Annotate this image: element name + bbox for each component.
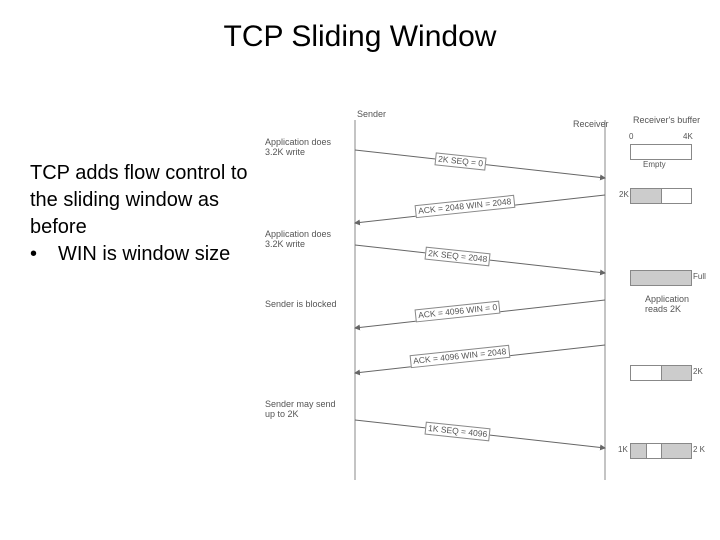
- buffer-1-empty: [630, 144, 692, 160]
- buffer-4-2k: [630, 365, 692, 381]
- buffer-scale-0: 0: [629, 132, 633, 141]
- sliding-window-diagram: Sender Receiver Receiver's buffer 0 4K A…: [265, 110, 715, 490]
- annot-sender-blocked: Sender is blocked: [265, 300, 345, 310]
- annot-app-write-1: Application does 3.2K write: [265, 138, 345, 158]
- buffer-3-label: Full: [693, 272, 706, 281]
- annot-app-write-2: Application does 3.2K write: [265, 230, 345, 250]
- buffer-scale-4k: 4K: [683, 132, 693, 141]
- buffer-2-2k: [630, 188, 692, 204]
- annot-sender-may-send: Sender may send up to 2K: [265, 400, 345, 420]
- buffer-4-label: 2K: [693, 367, 703, 376]
- bullet-text-1: WIN is window size: [58, 241, 260, 268]
- body-text: TCP adds flow control to the sliding win…: [30, 160, 260, 268]
- annot-app-reads: Application reads 2K: [645, 295, 705, 315]
- buffer-2-label: 2K: [619, 190, 629, 199]
- bullet-item-1: • WIN is window size: [30, 241, 260, 268]
- buffer-5-label-2k: 2 K: [693, 445, 705, 454]
- buffer-3-full: [630, 270, 692, 286]
- header-receiver-buffer: Receiver's buffer: [633, 116, 700, 126]
- header-receiver: Receiver: [573, 120, 609, 130]
- header-sender: Sender: [357, 110, 386, 120]
- buffer-5-label-1k: 1K: [618, 445, 628, 454]
- buffer-1-label: Empty: [643, 160, 666, 169]
- slide-title: TCP Sliding Window: [0, 20, 720, 54]
- body-paragraph: TCP adds flow control to the sliding win…: [30, 160, 260, 241]
- buffer-5-1k-2k: [630, 443, 692, 459]
- bullet-marker: •: [30, 241, 58, 268]
